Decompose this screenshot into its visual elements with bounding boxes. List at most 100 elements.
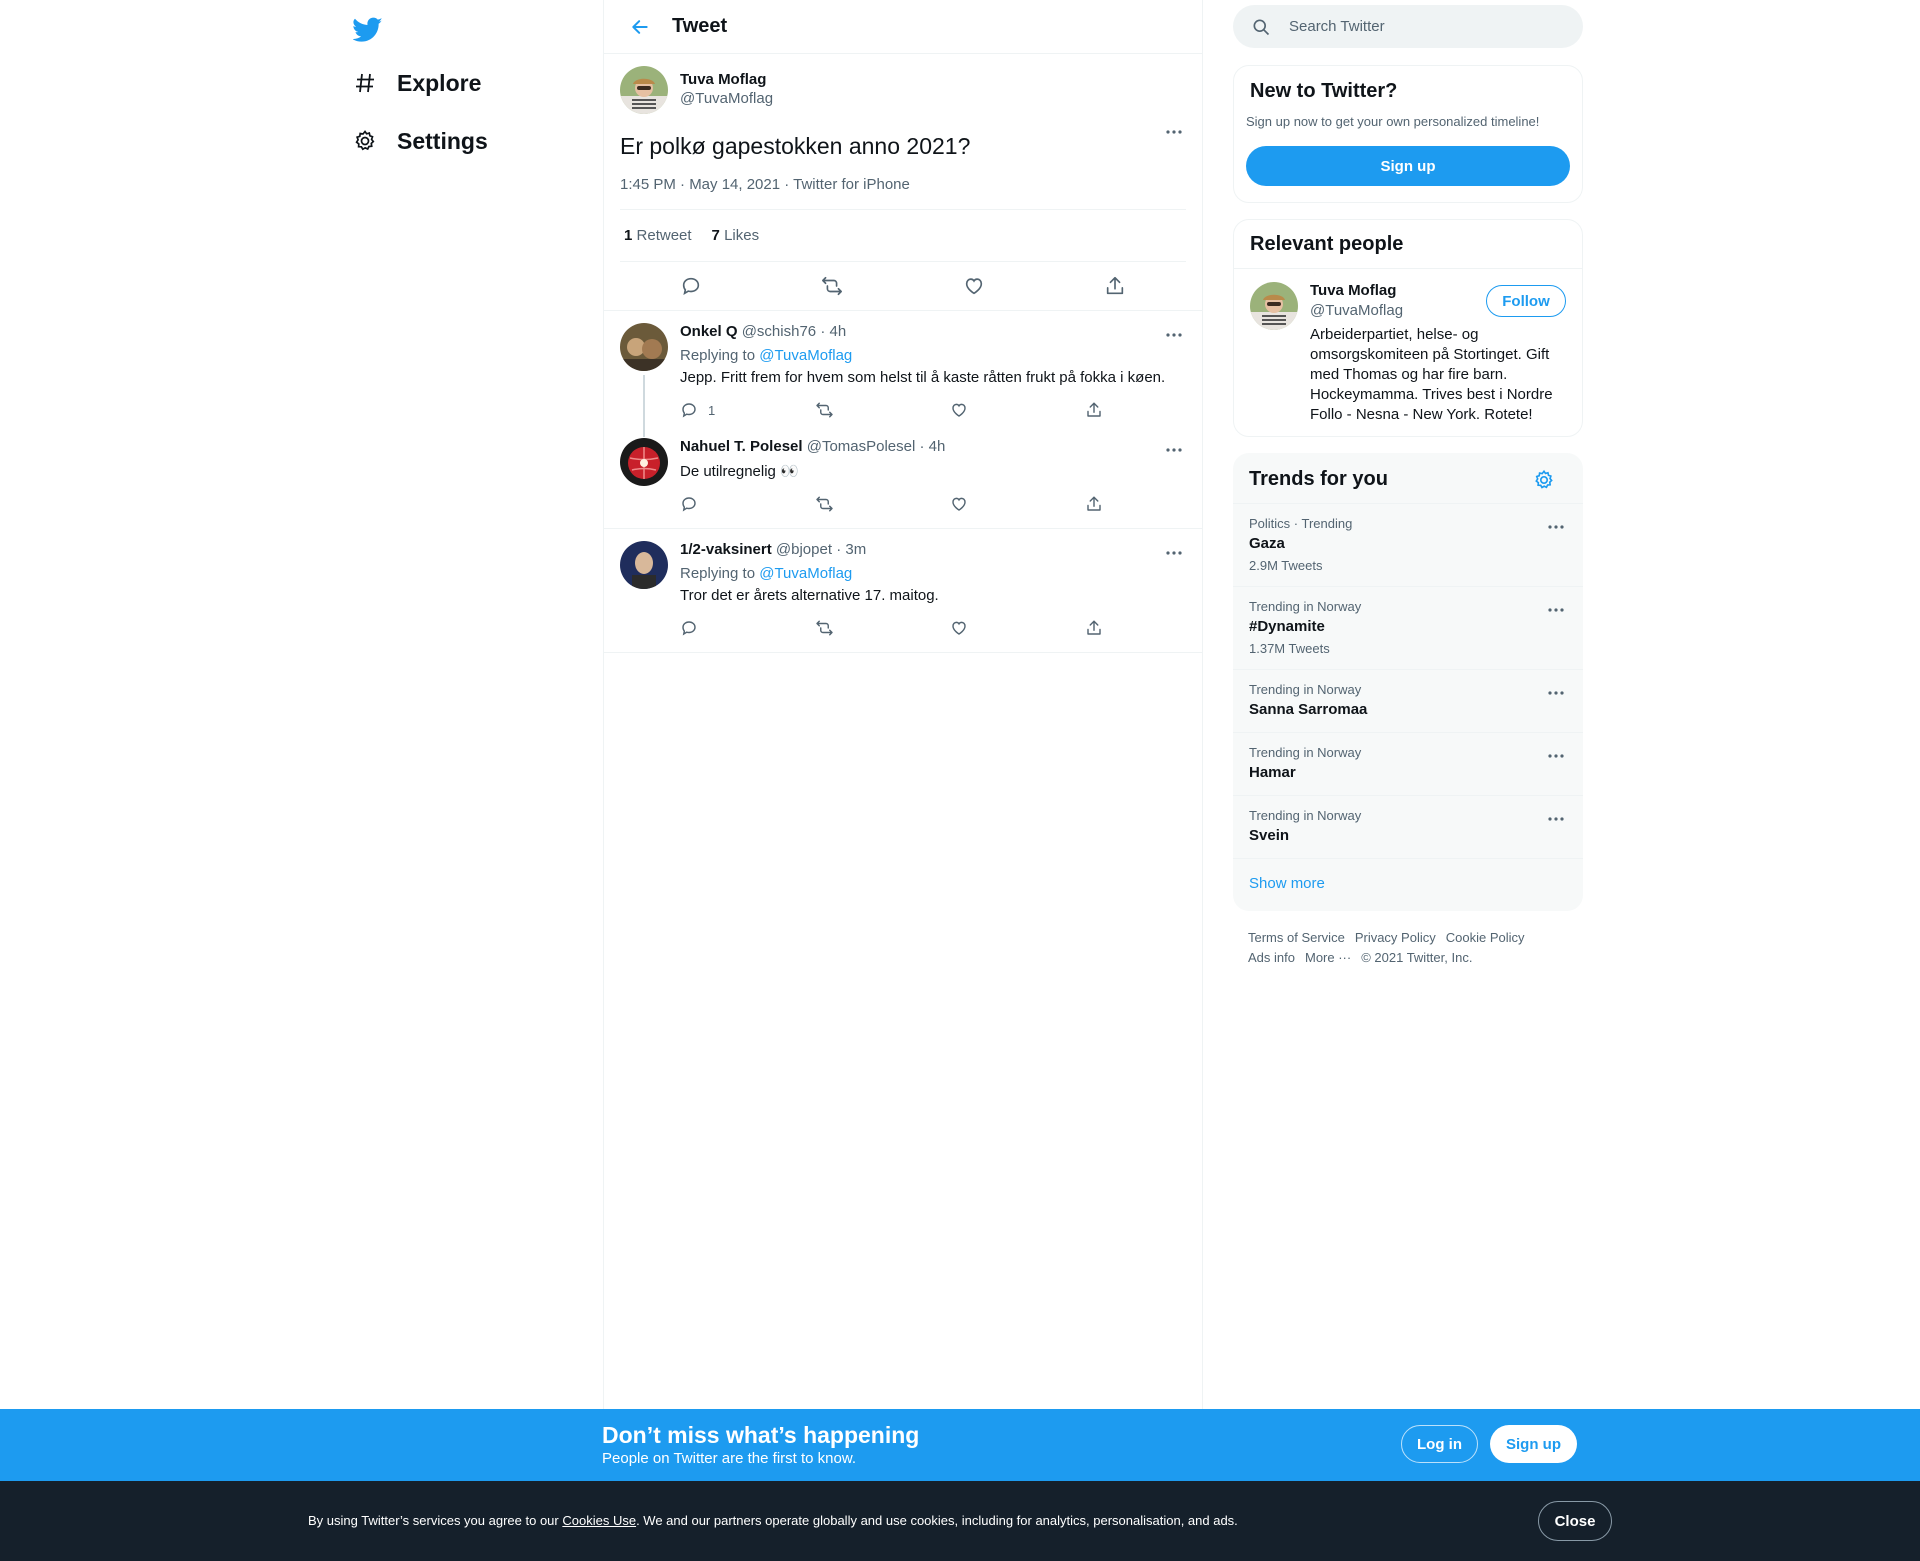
avatar[interactable] [620,541,668,589]
footer-link[interactable]: Cookie Policy [1446,930,1525,945]
reply-count: 1 [708,402,716,418]
reply-text: De utilregnelig 👀 [680,463,799,480]
avatar[interactable] [620,438,668,486]
reply-icon[interactable] [674,269,708,303]
more-options-icon[interactable] [1545,808,1567,830]
cookie-banner: By using Twitter’s services you agree to… [0,1481,1920,1561]
share-icon[interactable] [1085,619,1220,637]
retweet-icon[interactable] [815,619,950,637]
avatar[interactable] [1250,282,1298,330]
reply-actions [680,612,1220,644]
reply-tweet[interactable]: 1/2-vaksinert @bjopet · 3m Replying to @… [604,529,1202,652]
reply-tweet[interactable]: Onkel Q @schish76 · 4h Replying to @Tuva… [604,311,1202,437]
divider [1234,268,1582,269]
reply-icon[interactable] [680,619,815,637]
reply-button[interactable]: 1 [680,401,815,419]
reply-author-handle[interactable]: @schish76 [742,323,816,340]
signup-banner-subtitle: People on Twitter are the first to know. [602,1450,857,1467]
search-icon [1251,17,1271,37]
show-more-link[interactable]: Show more [1233,858,1583,910]
cookie-text: By using Twitter’s services you agree to… [308,1513,1238,1528]
trend-count: 1.37M Tweets [1249,641,1330,656]
relevant-people-card: Relevant people Tuva Moflag @TuvaMoflag … [1233,219,1583,437]
log-in-button[interactable]: Log in [1401,1425,1478,1463]
reply-tweet[interactable]: Nahuel T. Polesel @TomasPolesel · 4h De … [604,426,1202,528]
more-options-icon[interactable] [1545,745,1567,767]
retweet-icon[interactable] [815,495,950,513]
main-column: Tweet Tuva Moflag @TuvaMoflag Er polkø g… [603,0,1203,1409]
trend-item[interactable]: Trending in Norway Hamar [1233,732,1583,795]
page-title: Tweet [672,15,728,37]
person-name[interactable]: Tuva Moflag [1310,282,1396,299]
reply-text: Tror det er årets alternative 17. maitog… [680,587,939,604]
reply-author-name[interactable]: 1/2-vaksinert [680,541,772,558]
back-arrow-icon[interactable] [612,0,668,54]
trends-card: Trends for you Politics · Trending Gaza … [1233,453,1583,911]
retweet-stat[interactable]: 1 Retweet [624,227,692,244]
trend-item[interactable]: Trending in Norway Svein [1233,795,1583,858]
footer-link[interactable]: Terms of Service [1248,930,1345,945]
reply-time[interactable]: · 4h [920,438,946,455]
tweet-actions [620,262,1186,310]
search-box[interactable] [1233,5,1583,48]
more-options-icon[interactable] [1162,323,1186,347]
reply-time[interactable]: · 4h [820,323,846,340]
more-options-icon[interactable] [1545,599,1567,621]
page-header: Tweet [604,0,1202,54]
trend-item[interactable]: Trending in Norway Sanna Sarromaa [1233,669,1583,732]
author-name[interactable]: Tuva Moflag [680,71,773,88]
new-to-twitter-title: New to Twitter? [1250,80,1398,102]
avatar[interactable] [620,323,668,371]
trend-name: Gaza [1249,535,1285,552]
reply-icon [682,403,696,418]
reply-icon[interactable] [680,495,815,513]
follow-button[interactable]: Follow [1486,285,1566,317]
trend-item[interactable]: Trending in Norway #Dynamite 1.37M Tweet… [1233,586,1583,669]
author-handle[interactable]: @TuvaMoflag [680,90,773,107]
tweet-author: Tuva Moflag @TuvaMoflag [620,66,1186,114]
trend-item[interactable]: Politics · Trending Gaza 2.9M Tweets [1233,503,1583,586]
share-icon[interactable] [1085,401,1220,419]
replying-to-link[interactable]: @TuvaMoflag [759,565,852,582]
like-icon[interactable] [950,619,1085,637]
tweet-meta[interactable]: 1:45 PM · May 14, 2021 · Twitter for iPh… [620,176,1186,210]
retweet-icon[interactable] [815,269,849,303]
nav-explore[interactable]: Explore [343,56,481,110]
more-options-icon[interactable] [1545,682,1567,704]
share-icon[interactable] [1085,495,1220,513]
more-options-icon[interactable] [1545,516,1567,538]
more-options-icon[interactable] [1162,541,1186,565]
footer-more[interactable]: More ··· [1305,950,1351,965]
reply-author-name[interactable]: Onkel Q [680,323,738,340]
sign-up-button[interactable]: Sign up [1490,1425,1577,1463]
avatar[interactable] [620,66,668,114]
nav-settings[interactable]: Settings [343,114,488,168]
person-handle[interactable]: @TuvaMoflag [1310,302,1403,319]
more-options-icon[interactable] [1162,438,1186,462]
like-icon[interactable] [950,401,1085,419]
footer-link[interactable]: Privacy Policy [1355,930,1436,945]
reply-author-name[interactable]: Nahuel T. Polesel [680,438,803,455]
reply-author-handle[interactable]: @TomasPolesel [807,438,916,455]
person-bio: Arbeiderpartiet, helse- og omsorgskomite… [1310,326,1553,423]
focal-tweet: Tuva Moflag @TuvaMoflag Er polkø gapesto… [604,54,1202,311]
sign-up-button[interactable]: Sign up [1246,146,1570,186]
more-options-icon[interactable] [1162,120,1186,144]
retweet-icon[interactable] [815,401,950,419]
replying-to-link[interactable]: @TuvaMoflag [759,347,852,364]
footer-link[interactable]: Ads info [1248,950,1295,965]
reply-author-handle[interactable]: @bjopet [776,541,832,558]
close-button[interactable]: Close [1538,1501,1612,1541]
twitter-logo-icon[interactable] [348,10,388,50]
share-icon[interactable] [1098,269,1132,303]
trend-count: 2.9M Tweets [1249,558,1323,573]
trend-name: Hamar [1249,764,1296,781]
trends-settings-gear-icon[interactable] [1533,469,1555,491]
reply-time[interactable]: · 3m [836,541,866,558]
cookies-use-link[interactable]: Cookies Use [562,1513,636,1528]
like-icon[interactable] [957,269,991,303]
search-input[interactable] [1289,18,1569,35]
like-icon[interactable] [950,495,1085,513]
likes-stat[interactable]: 7 Likes [712,227,760,244]
new-to-twitter-card: New to Twitter? Sign up now to get your … [1233,65,1583,203]
